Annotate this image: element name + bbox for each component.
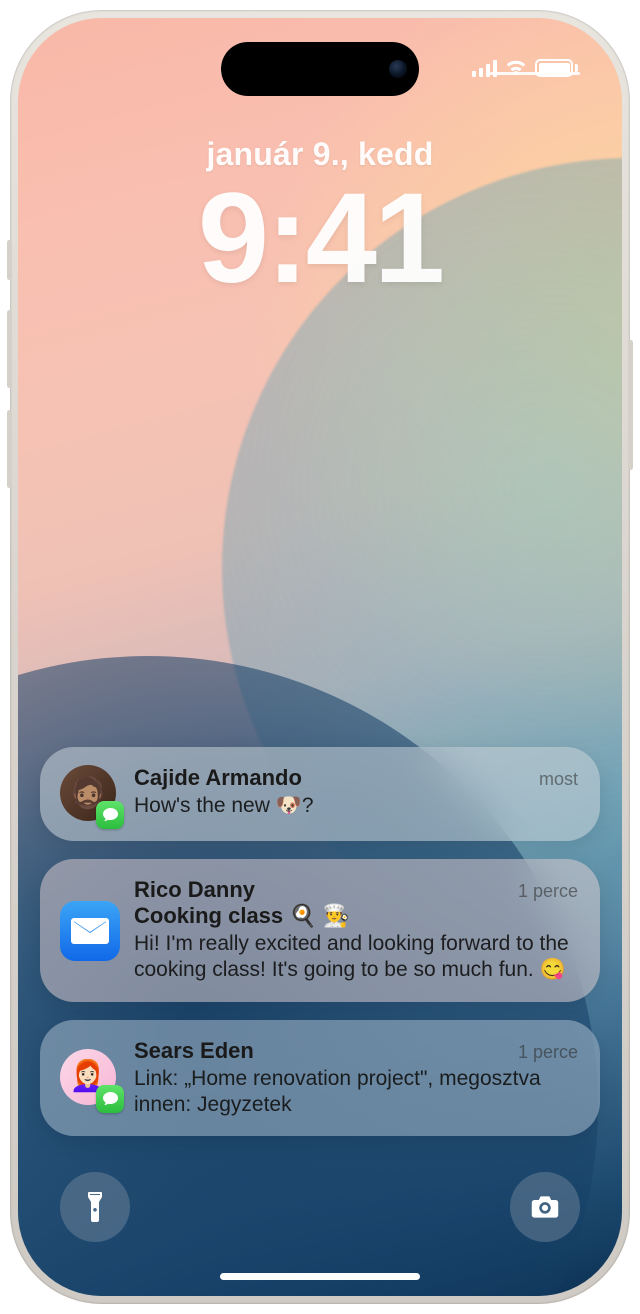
volume-up-button[interactable] <box>7 310 12 388</box>
front-camera-icon <box>389 60 407 78</box>
notification-time: 1 perce <box>518 881 578 902</box>
notification-message: How's the new 🐶? <box>134 793 578 819</box>
dynamic-island[interactable] <box>221 42 419 96</box>
notification-sender: Rico Danny <box>134 877 255 903</box>
flashlight-button[interactable] <box>60 1172 130 1242</box>
volume-down-button[interactable] <box>7 410 12 488</box>
notification-sender: Sears Eden <box>134 1038 254 1064</box>
notification-time: most <box>539 769 578 790</box>
phone-frame: január 9., kedd 9:41 🧔🏽 Cajide Armando m… <box>10 10 630 1304</box>
wifi-icon <box>504 56 528 81</box>
notification-message: Link: „Home renovation project", megoszt… <box>134 1066 578 1119</box>
power-button[interactable] <box>628 340 633 470</box>
datetime: január 9., kedd 9:41 <box>18 136 622 303</box>
silent-switch[interactable] <box>7 240 12 280</box>
notification-subject: Cooking class 🍳 👨‍🍳 <box>134 903 578 929</box>
notification-avatar: 👩🏻‍🦰 <box>60 1049 118 1107</box>
notification-time: 1 perce <box>518 1042 578 1063</box>
charging-underline <box>490 72 580 75</box>
camera-button[interactable] <box>510 1172 580 1242</box>
notification-item[interactable]: Rico Danny 1 perce Cooking class 🍳 👨‍🍳 H… <box>40 859 600 1002</box>
messages-app-icon <box>96 801 124 829</box>
notification-message: Hi! I'm really excited and looking forwa… <box>134 931 578 984</box>
notification-avatar: 🧔🏽 <box>60 765 118 823</box>
notification-sender: Cajide Armando <box>134 765 302 791</box>
notification-list: 🧔🏽 Cajide Armando most How's the new 🐶? <box>40 747 600 1136</box>
notification-item[interactable]: 👩🏻‍🦰 Sears Eden 1 perce Link: „Home reno… <box>40 1020 600 1137</box>
bottom-controls <box>60 1172 580 1242</box>
time-label: 9:41 <box>18 175 622 303</box>
mail-app-icon <box>60 901 120 961</box>
home-indicator[interactable] <box>220 1273 420 1280</box>
notification-app-icon <box>60 901 118 959</box>
messages-app-icon <box>96 1085 124 1113</box>
notification-item[interactable]: 🧔🏽 Cajide Armando most How's the new 🐶? <box>40 747 600 841</box>
lock-screen[interactable]: január 9., kedd 9:41 🧔🏽 Cajide Armando m… <box>18 18 622 1296</box>
